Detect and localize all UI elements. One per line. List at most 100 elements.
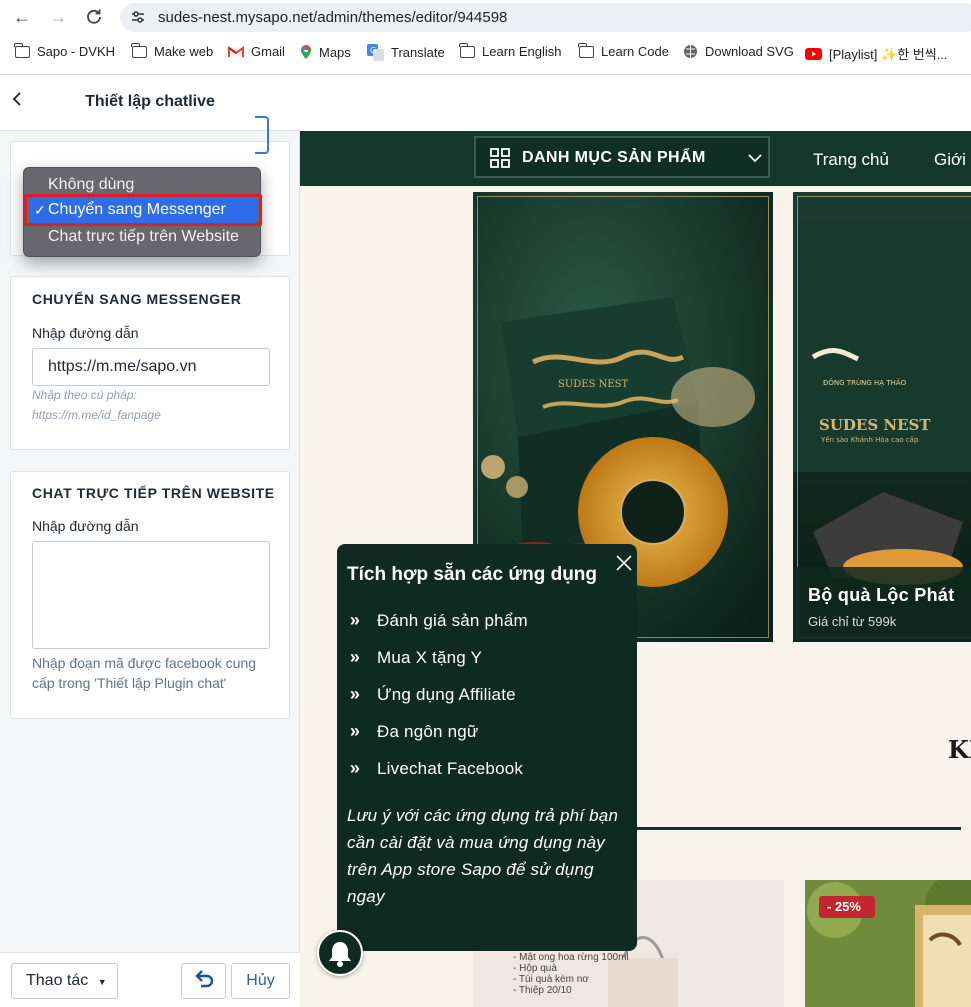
nav-home-link[interactable]: Trang chủ — [813, 150, 889, 170]
browser-toolbar: ← → sudes-nest.mysapo.net/admin/themes/e… — [0, 0, 971, 75]
messenger-hint-example: https://m.me/id_fanpage — [32, 408, 161, 422]
product-contents-item: - Thiệp 20/10 — [513, 985, 572, 996]
undo-icon — [194, 969, 213, 987]
gmail-icon — [228, 45, 244, 57]
svg-text:G: G — [370, 46, 376, 55]
url-text[interactable]: sudes-nest.mysapo.net/admin/themes/edito… — [158, 9, 507, 26]
section-divider — [636, 827, 961, 830]
popup-note: Lưu ý với các ứng dụng trả phí bạn cần c… — [347, 806, 619, 906]
apps-tooltip-popup: Tích hợp sẵn các ứng dụng » Đánh giá sản … — [337, 544, 637, 951]
website-chat-card-title: CHAT TRỰC TIẾP TRÊN WEBSITE — [32, 485, 275, 501]
messenger-hint-syntax: Nhập theo cú pháp: — [32, 388, 137, 402]
bell-icon — [329, 942, 351, 967]
category-menu-button[interactable]: DANH MỤC SẢN PHẨM — [474, 136, 770, 178]
section-heading-fragment: KI — [948, 735, 971, 764]
product-contents-list: - Mật ong hoa rừng 100ml - Hộp quà - Túi… — [513, 952, 629, 996]
double-chevron-icon: » — [349, 647, 361, 667]
globe-icon — [684, 45, 697, 58]
bookmark-learn-english[interactable]: Learn English — [459, 42, 562, 59]
bookmark-label: Learn Code — [601, 44, 669, 59]
messenger-card: CHUYỂN SANG MESSENGER Nhập đường dẫn Nhậ… — [10, 276, 290, 450]
bookmark-gmail[interactable]: Gmail — [228, 44, 285, 59]
bookmark-playlist[interactable]: [Playlist] ✨한 번씩... — [805, 44, 948, 63]
website-code-textarea[interactable] — [32, 541, 270, 649]
category-menu-label: DANH MỤC SẢN PHẨM — [522, 149, 706, 166]
youtube-icon — [805, 47, 822, 60]
maps-icon — [301, 45, 311, 59]
chevron-down-icon — [748, 154, 762, 163]
product-contents-item: - Túi quà kèm nơ — [513, 974, 589, 985]
banner-product-price: Giá chỉ từ 599k — [808, 614, 897, 629]
actions-button-label: Thao tác — [26, 972, 89, 989]
actions-button[interactable]: Thao tác ▼ — [11, 963, 118, 999]
double-chevron-icon: » — [349, 758, 361, 778]
preview-top-strip — [300, 75, 971, 131]
product-card-2[interactable]: - 25% — [805, 880, 971, 1007]
website-code-helper: Nhập đoạn mã được facebook cung cấp tron… — [32, 655, 257, 691]
bookmark-make-web[interactable]: Make web — [131, 42, 214, 59]
popup-item: » Livechat Facebook — [347, 758, 523, 779]
undo-button[interactable] — [181, 963, 226, 999]
website-code-label: Nhập đường dẫn — [32, 518, 139, 534]
product-contents-item: - Mật ong hoa rừng 100ml — [513, 952, 629, 963]
chat-mode-select[interactable] — [255, 116, 269, 154]
double-chevron-icon: » — [349, 721, 361, 741]
banner-caption: Bộ quà Lộc Phát Giá chỉ từ 599k — [793, 567, 971, 642]
messenger-url-label: Nhập đường dẫn — [32, 325, 139, 341]
notification-bell-button[interactable] — [317, 930, 363, 976]
promo-banner-2[interactable]: ĐÔNG TRÙNG HẠ THẢO SUDES NEST Yến sào Kh… — [793, 192, 971, 642]
site-navbar: DANH MỤC SẢN PHẨM Trang chủ Giới — [300, 131, 971, 186]
address-bar[interactable]: sudes-nest.mysapo.net/admin/themes/edito… — [120, 3, 971, 32]
caret-down-icon: ▼ — [97, 977, 107, 987]
panel-footer: Thao tác ▼ Hủy — [0, 952, 300, 1007]
bookmark-label: Sapo - DVKH — [37, 44, 116, 59]
popup-item: » Mua X tặng Y — [347, 647, 482, 668]
annotation-highlight — [24, 194, 262, 226]
folder-icon — [14, 42, 30, 58]
double-chevron-icon: » — [349, 610, 361, 630]
bookmark-maps[interactable]: Maps — [300, 44, 351, 60]
double-chevron-icon: » — [349, 684, 361, 704]
bookmark-label: Learn English — [482, 44, 562, 59]
popup-item-label: Mua X tặng Y — [377, 647, 483, 667]
panel-title: Thiết lập chatlive — [85, 93, 215, 110]
bookmark-label: Translate — [391, 45, 445, 60]
bookmark-label: [Playlist] ✨한 번씩... — [829, 47, 948, 62]
bookmark-learn-code[interactable]: Learn Code — [578, 42, 669, 59]
bookmark-sapo-dvkh[interactable]: Sapo - DVKH — [14, 42, 116, 59]
website-chat-card: CHAT TRỰC TIẾP TRÊN WEBSITE Nhập đường d… — [10, 471, 290, 719]
reload-icon[interactable] — [83, 6, 105, 28]
bookmarks-bar: Sapo - DVKH Make web Gmail Maps G Transl… — [0, 40, 971, 68]
bookmark-label: Maps — [319, 44, 351, 60]
popup-item: » Ứng dụng Affiliate — [347, 684, 516, 705]
bookmark-label: Download SVG — [705, 44, 794, 59]
popup-title: Tích hợp sẵn các ứng dụng — [347, 564, 598, 585]
grid-icon — [490, 148, 510, 168]
popup-item: » Đánh giá sản phẩm — [347, 610, 528, 631]
bookmark-label: Gmail — [251, 44, 285, 59]
cancel-button[interactable]: Hủy — [231, 963, 290, 999]
banner-product-name: Bộ quà Lộc Phát — [808, 585, 955, 605]
close-icon[interactable] — [615, 554, 633, 572]
site-settings-icon[interactable] — [130, 9, 146, 25]
nav-about-link[interactable]: Giới — [934, 150, 966, 170]
popup-item-label: Ứng dụng Affiliate — [377, 684, 516, 704]
folder-icon — [459, 42, 475, 58]
messenger-url-input[interactable] — [32, 348, 270, 386]
dropdown-option-website[interactable]: Chat trực tiếp trên Website — [48, 228, 239, 246]
bookmark-translate[interactable]: G Translate — [367, 44, 445, 61]
popup-item-label: Đánh giá sản phẩm — [377, 610, 528, 630]
product-contents-item: - Hộp quà — [513, 963, 557, 974]
theme-preview: DANH MỤC SẢN PHẨM Trang chủ Giới SUDES N… — [300, 75, 971, 1007]
translate-icon: G — [367, 44, 384, 61]
popup-item-label: Livechat Facebook — [377, 758, 524, 778]
back-arrow-icon[interactable]: ← — [11, 6, 33, 28]
bookmark-label: Make web — [154, 44, 214, 59]
dropdown-option-off[interactable]: Không dùng — [48, 176, 134, 194]
sale-badge: - 25% — [819, 896, 875, 918]
folder-icon — [131, 42, 147, 58]
bookmark-download-svg[interactable]: Download SVG — [683, 44, 794, 59]
popup-item: » Đa ngôn ngữ — [347, 721, 479, 742]
forward-arrow-icon[interactable]: → — [47, 6, 69, 28]
messenger-card-title: CHUYỂN SANG MESSENGER — [32, 291, 242, 307]
